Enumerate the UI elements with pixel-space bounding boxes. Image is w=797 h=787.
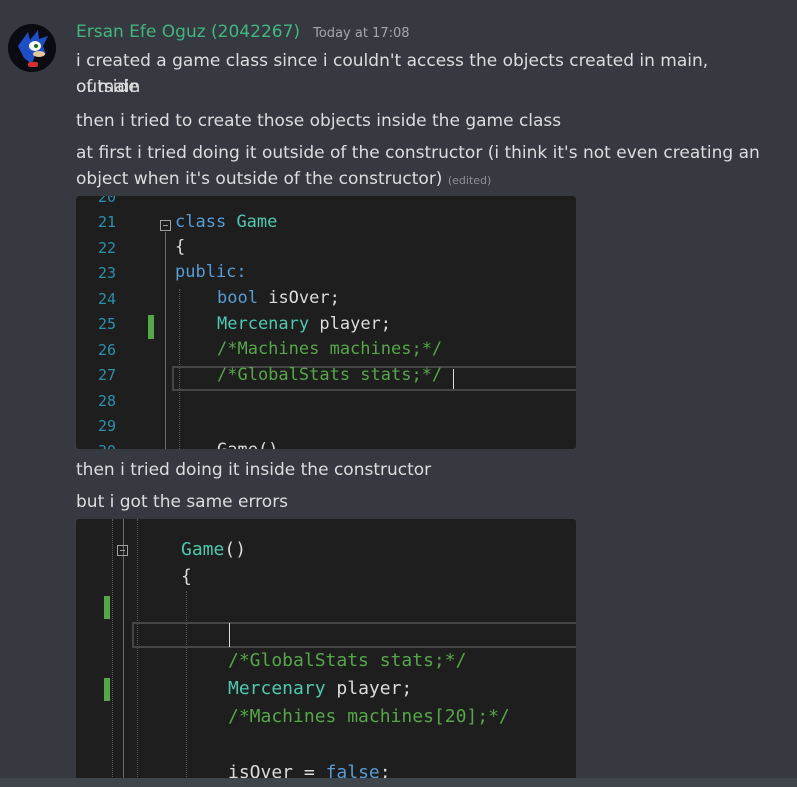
code-line: Game() bbox=[217, 440, 278, 449]
code-line: class Game bbox=[175, 212, 277, 232]
code-token: Mercenary bbox=[228, 678, 326, 699]
line-number: 22 bbox=[97, 239, 116, 257]
code-token: bool bbox=[217, 288, 258, 308]
edited-label: (edited) bbox=[447, 174, 492, 187]
code-token: () bbox=[224, 539, 247, 560]
indent-guide bbox=[112, 519, 113, 787]
message-text: object when it's outside of the construc… bbox=[76, 169, 443, 189]
code-line: /*Machines machines[20];*/ bbox=[228, 706, 510, 727]
line-number: 21 bbox=[97, 213, 116, 231]
code-token: Mercenary bbox=[217, 314, 310, 334]
collapse-icon bbox=[160, 220, 171, 231]
line-number: 30 bbox=[76, 442, 116, 449]
outline-line bbox=[123, 519, 124, 787]
message-line: then i tried to create those objects ins… bbox=[76, 111, 562, 131]
code-token: isOver; bbox=[268, 288, 340, 308]
code-screenshot-attachment[interactable]: 20 21 22 23 24 25 26 27 28 29 30 class G… bbox=[76, 196, 576, 449]
text-caret bbox=[229, 623, 230, 647]
line-number: 20 bbox=[97, 196, 116, 206]
code-line: /*Machines machines;*/ bbox=[217, 339, 443, 359]
timestamp[interactable]: Today at 17:08 bbox=[313, 26, 409, 41]
indent-guide bbox=[186, 591, 187, 787]
outline-line bbox=[165, 232, 166, 449]
code-line: Mercenary player; bbox=[217, 314, 391, 334]
change-marker bbox=[104, 596, 110, 619]
line-number: 26 bbox=[97, 341, 116, 359]
message-line-edited: object when it's outside of the construc… bbox=[76, 166, 776, 194]
code-line: { bbox=[181, 566, 192, 587]
change-marker bbox=[148, 315, 154, 339]
line-number: 23 bbox=[97, 264, 116, 282]
code-line: { bbox=[175, 237, 186, 257]
message-line: at first i tried doing it outside of the… bbox=[76, 143, 760, 163]
code-line: Mercenary player; bbox=[228, 678, 412, 699]
message-header: Ersan Efe Oguz (2042267) Today at 17:08 bbox=[76, 22, 410, 46]
code-screenshot-attachment[interactable]: Game() { /*GlobalStats stats;*/ Mercenar… bbox=[76, 519, 576, 787]
code-token: class bbox=[175, 212, 227, 232]
message-line: then i tried doing it inside the constru… bbox=[76, 460, 432, 480]
code-token: player; bbox=[319, 314, 392, 334]
code-line: bool isOver; bbox=[217, 288, 340, 308]
message-line: but i got the same errors bbox=[76, 492, 289, 512]
code-line: public: bbox=[175, 262, 247, 282]
code-line: /*GlobalStats stats;*/ bbox=[228, 650, 467, 671]
code-token: Game bbox=[181, 539, 225, 560]
code-token: player; bbox=[336, 678, 413, 699]
code-token: Game bbox=[236, 212, 278, 232]
message-line: of main bbox=[76, 77, 141, 97]
line-number: 27 bbox=[97, 366, 116, 384]
line-number: 28 bbox=[97, 392, 116, 410]
indent-guide bbox=[137, 519, 138, 787]
line-number: 25 bbox=[97, 315, 116, 333]
line-number: 29 bbox=[97, 417, 116, 435]
change-marker bbox=[104, 678, 110, 701]
horizontal-scrollbar[interactable] bbox=[0, 778, 797, 787]
line-number: 24 bbox=[97, 290, 116, 308]
collapse-icon bbox=[117, 545, 128, 556]
current-line-highlight bbox=[132, 622, 576, 648]
user-avatar[interactable] bbox=[8, 24, 56, 72]
code-line: /*GlobalStats stats;*/ bbox=[217, 365, 443, 385]
username[interactable]: Ersan Efe Oguz (2042267) bbox=[76, 22, 300, 42]
chat-view: Ersan Efe Oguz (2042267) Today at 17:08 … bbox=[0, 0, 797, 787]
sonic-avatar-icon bbox=[8, 24, 56, 72]
code-line: Game() bbox=[181, 539, 246, 560]
text-caret bbox=[453, 369, 454, 389]
